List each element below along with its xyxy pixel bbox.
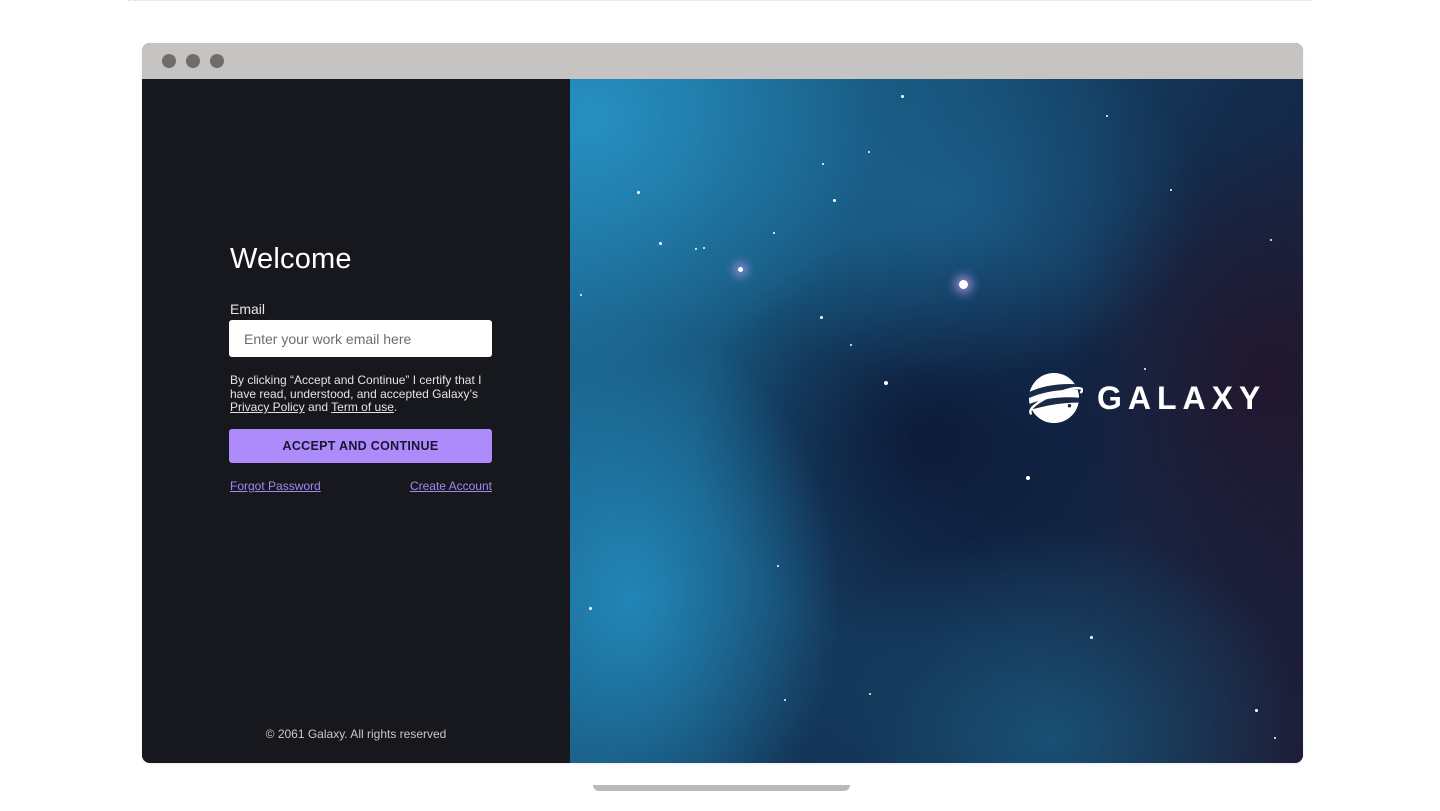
login-panel: Welcome Email By clicking “Accept and Co… (142, 79, 570, 763)
privacy-policy-link[interactable]: Privacy Policy (230, 400, 305, 414)
maximize-window-dot[interactable] (210, 54, 224, 68)
page-title: Welcome (230, 243, 352, 275)
star (1270, 239, 1272, 241)
star (884, 381, 888, 385)
email-label: Email (230, 301, 266, 317)
star (1090, 636, 1093, 639)
star (738, 267, 743, 272)
star (695, 248, 697, 250)
star (901, 95, 904, 98)
brand-name: GALAXY (1097, 379, 1267, 416)
star (869, 693, 871, 695)
account-links: Forgot Password Create Account (230, 479, 492, 493)
minimize-window-dot[interactable] (186, 54, 200, 68)
email-field[interactable] (229, 320, 492, 357)
star (850, 344, 852, 346)
top-divider (128, 0, 1312, 1)
star (959, 280, 968, 289)
close-window-dot[interactable] (162, 54, 176, 68)
window-titlebar (142, 43, 1303, 79)
terms-of-use-link[interactable]: Term of use (331, 400, 394, 414)
star (637, 191, 640, 194)
star (659, 242, 662, 245)
star (1274, 737, 1276, 739)
consent-and: and (304, 400, 332, 414)
planet-ring-icon (1028, 372, 1083, 424)
forgot-password-link[interactable]: Forgot Password (230, 479, 321, 493)
consent-suffix: . (393, 400, 398, 414)
star (1106, 115, 1108, 117)
star (1255, 709, 1258, 712)
star (868, 151, 870, 153)
create-account-link[interactable]: Create Account (410, 479, 492, 493)
star (1026, 476, 1030, 480)
star (580, 294, 582, 296)
star (773, 232, 775, 234)
consent-prefix: By clicking “Accept and Continue” I cert… (230, 373, 482, 401)
star (777, 565, 779, 567)
star (1170, 189, 1172, 191)
star (589, 607, 592, 610)
consent-text: By clicking “Accept and Continue” I cert… (230, 373, 492, 415)
browser-window: Welcome Email By clicking “Accept and Co… (142, 43, 1303, 763)
star (833, 199, 836, 202)
device-stand (593, 785, 850, 791)
galaxy-hero-image: GALAXY (570, 79, 1303, 763)
copyright-footer: © 2061 Galaxy. All rights reserved (265, 727, 447, 741)
star (822, 163, 824, 165)
star (784, 699, 786, 701)
star (703, 247, 705, 249)
accept-and-continue-button[interactable]: ACCEPT AND CONTINUE (229, 429, 492, 463)
star (820, 316, 823, 319)
brand-lockup: GALAXY (1025, 369, 1266, 427)
